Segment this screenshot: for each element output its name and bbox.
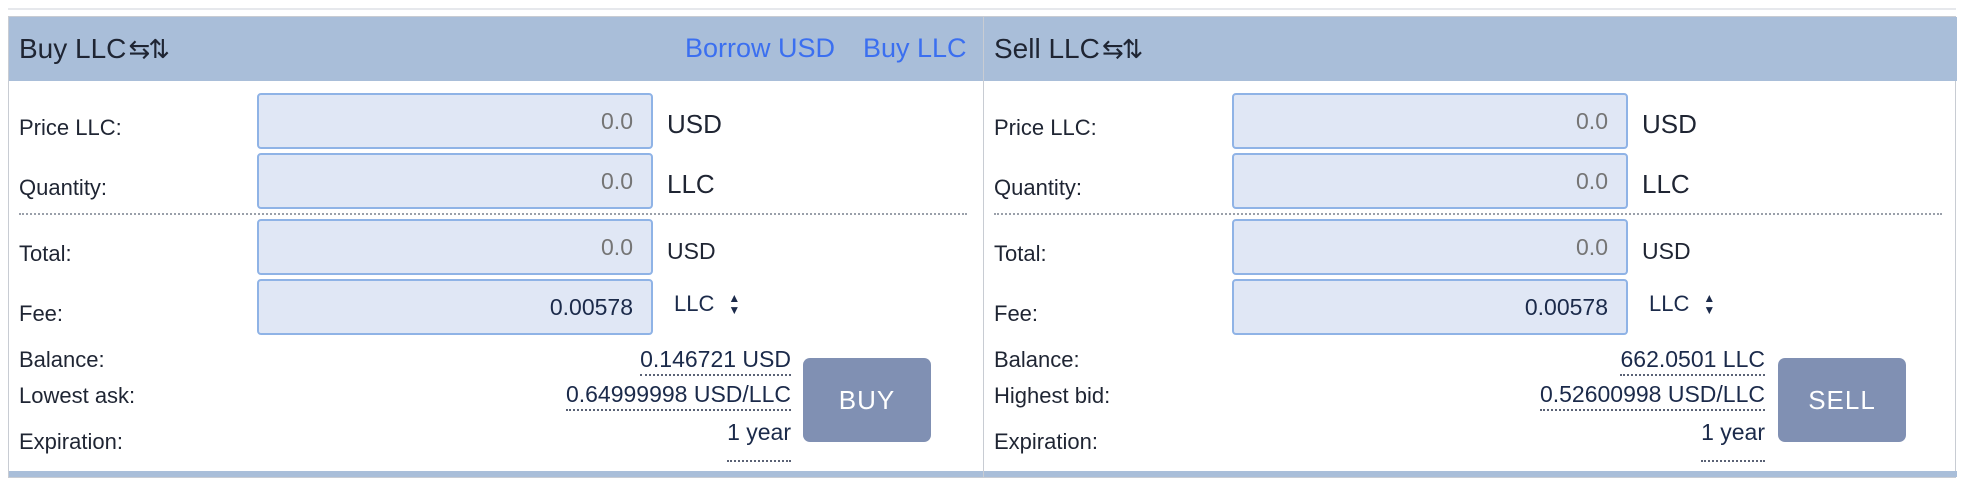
buy-llc-link[interactable]: Buy LLC: [863, 33, 967, 64]
divider: [19, 213, 967, 215]
quantity-unit: LLC: [667, 169, 715, 199]
price-label: Price LLC:: [994, 115, 1097, 140]
lowest-ask-label: Lowest ask:: [19, 383, 136, 408]
balance-label: Balance:: [19, 347, 105, 372]
quantity-input[interactable]: [257, 153, 653, 209]
fee-asset-value: LLC: [674, 291, 715, 316]
sell-button[interactable]: SELL: [1778, 358, 1906, 442]
top-divider: [8, 8, 1956, 10]
buy-title: Buy LLC ⇆⇅: [19, 33, 170, 65]
sell-panel: Sell LLC ⇆⇅ Price LLC: USD Quantity: LLC…: [984, 17, 1957, 477]
panel-footer: [984, 471, 1957, 477]
expiration-select[interactable]: 1 year: [727, 419, 791, 462]
fee-label: Fee:: [19, 301, 64, 326]
divider: [994, 213, 1942, 215]
swap-arrows-icon[interactable]: ⇆⇅: [128, 34, 170, 65]
buy-button[interactable]: BUY: [803, 358, 931, 442]
sell-title-text: Sell LLC: [994, 33, 1100, 64]
highest-bid-label: Highest bid:: [994, 383, 1111, 408]
sell-header: Sell LLC ⇆⇅: [984, 17, 1957, 81]
lowest-ask-value[interactable]: 0.64999998 USD/LLC: [565, 381, 791, 411]
fee-asset-select[interactable]: LLC ▲ ▼: [1649, 291, 1715, 317]
balance-label: Balance:: [994, 347, 1080, 372]
sell-title: Sell LLC ⇆⇅: [994, 33, 1144, 65]
expiration-label: Expiration:: [994, 429, 1098, 454]
fee-field[interactable]: 0.00578: [1232, 279, 1628, 335]
trade-forms: Buy LLC ⇆⇅ Borrow USD Buy LLC Price LLC:…: [8, 16, 1957, 478]
total-unit: USD: [667, 238, 716, 264]
balance-value[interactable]: 662.0501 LLC: [1620, 346, 1765, 376]
quantity-label: Quantity:: [994, 175, 1083, 200]
price-input[interactable]: [1232, 93, 1628, 149]
price-input[interactable]: [257, 93, 653, 149]
select-arrows-icon: ▲ ▼: [1703, 291, 1716, 317]
quantity-input[interactable]: [1232, 153, 1628, 209]
fee-label: Fee:: [994, 301, 1039, 326]
select-arrows-icon: ▲ ▼: [728, 291, 741, 317]
buy-panel: Buy LLC ⇆⇅ Borrow USD Buy LLC Price LLC:…: [9, 17, 984, 477]
price-unit: USD: [1642, 109, 1697, 139]
quantity-label: Quantity:: [19, 175, 108, 200]
total-input[interactable]: [1232, 219, 1628, 275]
fee-asset-value: LLC: [1649, 291, 1690, 316]
borrow-usd-link[interactable]: Borrow USD: [685, 33, 835, 64]
fee-asset-select[interactable]: LLC ▲ ▼: [674, 291, 740, 317]
buy-header: Buy LLC ⇆⇅ Borrow USD Buy LLC: [9, 17, 983, 81]
balance-value[interactable]: 0.146721 USD: [640, 346, 791, 376]
total-unit: USD: [1642, 238, 1691, 264]
total-label: Total:: [994, 241, 1047, 266]
expiration-label: Expiration:: [19, 429, 123, 454]
total-label: Total:: [19, 241, 72, 266]
price-label: Price LLC:: [19, 115, 122, 140]
swap-arrows-icon[interactable]: ⇆⇅: [1102, 34, 1144, 65]
highest-bid-value[interactable]: 0.52600998 USD/LLC: [1539, 381, 1765, 411]
quantity-unit: LLC: [1642, 169, 1690, 199]
expiration-select[interactable]: 1 year: [1701, 419, 1765, 462]
fee-field[interactable]: 0.00578: [257, 279, 653, 335]
panel-footer: [9, 471, 983, 477]
price-unit: USD: [667, 109, 722, 139]
buy-title-text: Buy LLC: [19, 33, 127, 64]
total-input[interactable]: [257, 219, 653, 275]
